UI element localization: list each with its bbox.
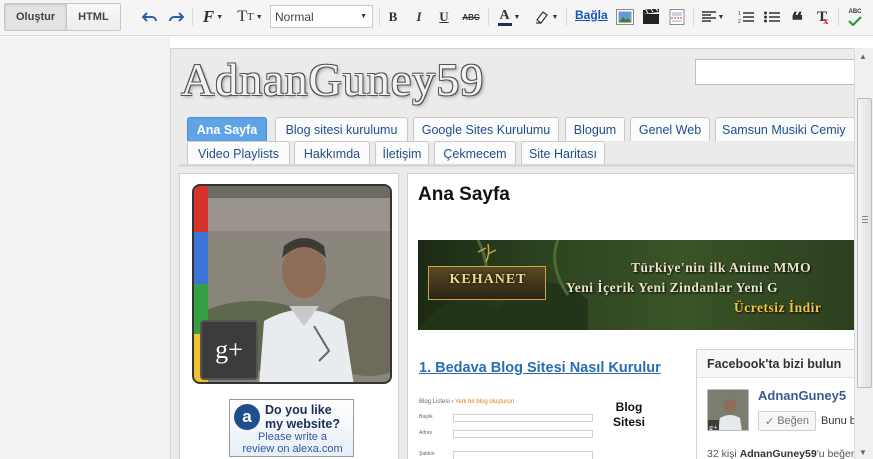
tab-blog-sitesi-kurulumu[interactable]: Blog sitesi kurulumu [275,117,408,141]
thumbnail-row: Başlık [419,414,594,424]
facebook-page-name[interactable]: AdnanGuney5 [758,388,846,403]
tab-blogum[interactable]: Blogum [565,117,625,141]
banner-logo-text: KEHANET [449,272,527,287]
scroll-down-arrow-icon[interactable]: ▼ [859,448,867,457]
facebook-box-title: Facebook'ta bizi bulun [707,357,842,371]
thumbnail-row: Şablon [419,451,594,459]
tab-ana-sayfa[interactable]: Ana Sayfa [187,117,267,141]
facebook-like-box: Facebook'ta bizi bulun g+ AdnanGuney5 ✓ B… [696,349,854,459]
insert-video-icon[interactable] [641,6,661,28]
like-label: Beğen [777,415,810,427]
tab-site-haritasi[interactable]: Site Haritası [521,141,605,165]
google-plus-icon: g+ [200,320,258,380]
gplus-stripe-blue [194,232,208,284]
underline-button[interactable]: U [436,6,452,28]
facebook-like-count-text: Bunu b [821,415,854,427]
checkmark-icon [848,15,862,26]
redo-icon[interactable] [166,6,186,28]
font-family-icon[interactable]: F ▼ [198,6,228,28]
facebook-footer-count: 32 kişi [707,448,737,459]
editor-toolbar: Oluştur HTML F ▼ T T ▼ Normal ▼ B I U ABC A… [0,0,873,36]
checkmark-icon: ✓ [764,415,775,428]
thumbnail-row-label: Adres [419,430,433,436]
facebook-page-avatar[interactable]: g+ [707,389,749,431]
html-mode-button[interactable]: HTML [66,4,120,30]
numbered-list-icon[interactable]: 12 [736,6,756,28]
svg-text:2: 2 [738,19,741,24]
site-search-input[interactable] [695,59,854,85]
svg-text:g+: g+ [709,423,718,431]
banner-logo: KEHANET [428,262,546,312]
tab-hakkimda[interactable]: Hakkımda [294,141,370,165]
editor-canvas[interactable]: AdnanGuney59 Ana Sayfa Blog sitesi kurul… [170,48,854,459]
quote-icon[interactable]: ❝ [788,6,806,32]
scroll-up-arrow-icon[interactable]: ▲ [859,52,867,61]
banner-line2: Yeni İçerik Yeni Zindanlar Yeni G [566,280,779,295]
undo-icon[interactable] [140,6,160,28]
tabs-divider [179,164,854,167]
google-plus-profile-image[interactable]: g+ [192,184,392,384]
editor-scrollbar[interactable]: ▲ ▼ [854,48,873,459]
tab-genel-web[interactable]: Genel Web [630,117,710,141]
banner-line3: Ücretsiz İndir [734,300,822,315]
kehanet-ad-banner[interactable]: KEHANET Türkiye'nin ilk Anime MMO Yeni İ… [418,240,854,330]
banner-line1: Türkiye'nin ilk Anime MMO [631,260,812,275]
align-icon[interactable]: ▼ [698,6,728,28]
alexa-line3: Please write a [257,431,328,443]
compose-mode-button[interactable]: Oluştur [5,4,67,30]
facebook-box-header: Facebook'ta bizi bulun [697,350,854,378]
paragraph-format-select[interactable]: Normal ▼ [270,5,373,28]
alexa-line4: review on alexa.com [242,443,343,455]
bold-button[interactable]: B [385,6,401,28]
highlight-icon[interactable]: ▼ [532,6,560,28]
text-color-icon[interactable]: A ▼ [494,6,524,28]
sidebar-column: g+ a Do you like my website? Please writ… [179,173,399,459]
text-size-icon[interactable]: T T ▼ [234,6,266,28]
link-button[interactable]: Bağla [575,8,608,22]
thumbnail-row: Adres [419,430,594,440]
tab-cekmecem[interactable]: Çekmecem [434,141,516,165]
paragraph-format-value: Normal [275,9,314,24]
mode-switch: Oluştur HTML [4,3,121,31]
main-column: Ana Sayfa KEHANET Türkiye'nin ilk Anime … [407,173,854,459]
thumbnail-row-label: Başlık [419,414,433,420]
italic-button[interactable]: I [411,6,427,28]
facebook-footer: 32 kişi AdnanGuney59'u beğeniyor. [707,448,854,459]
spellcheck-label: ABC [848,8,862,15]
avatar: g+ [708,390,748,431]
alexa-line1: Do you like [265,403,332,417]
tab-video-playlists[interactable]: Video Playlists [187,141,290,165]
jump-break-icon[interactable] [667,6,687,28]
strikethrough-button[interactable]: ABC [460,6,482,28]
thumbnail-breadcrumb: Blog Listesi › Yeni bir blog oluşturun [419,399,514,405]
post-thumbnail[interactable]: Blog Listesi › Yeni bir blog oluşturun B… [419,398,594,459]
post-thumbnail-caption: Blog Sitesi [613,400,645,430]
spellcheck-button[interactable]: ABC [845,6,865,28]
facebook-like-button[interactable]: ✓ Beğen [758,411,816,431]
gplus-stripe-red [194,186,208,232]
insert-image-icon[interactable] [615,6,635,28]
tab-google-sites-kurulumu[interactable]: Google Sites Kurulumu [413,117,559,141]
site-title: AdnanGuney59 [181,54,485,105]
post-caption-line2: Sitesi [613,415,646,429]
thumbnail-crumb-current: Yeni bir blog oluşturun [454,399,515,405]
tab-samsun-musiki[interactable]: Samsun Musiki Cemiy [715,117,854,141]
svg-text:1: 1 [738,11,741,17]
alexa-review-badge[interactable]: a Do you like my website? Please write a… [229,399,354,457]
facebook-footer-rest: 'u beğeniyor. [816,448,854,459]
thumbnail-row-label: Şablon [419,451,435,457]
alexa-line2: my website? [265,417,341,431]
post-link[interactable]: 1. Bedava Blog Sitesi Nasıl Kurulur [419,360,661,376]
post-caption-line1: Blog [615,400,643,414]
chevron-down-icon: ▼ [360,13,367,20]
tab-iletisim[interactable]: İletişim [375,141,429,165]
remove-formatting-icon[interactable]: Tx [812,6,832,28]
bullet-list-icon[interactable] [762,6,782,28]
editor-gutter [0,37,170,459]
scrollbar-thumb[interactable] [857,98,872,388]
thumbnail-crumb: Blog Listesi [419,399,450,405]
alexa-logo-icon: a [234,404,260,430]
page-title: Ana Sayfa [418,184,510,205]
facebook-footer-name[interactable]: AdnanGuney59 [740,448,817,459]
